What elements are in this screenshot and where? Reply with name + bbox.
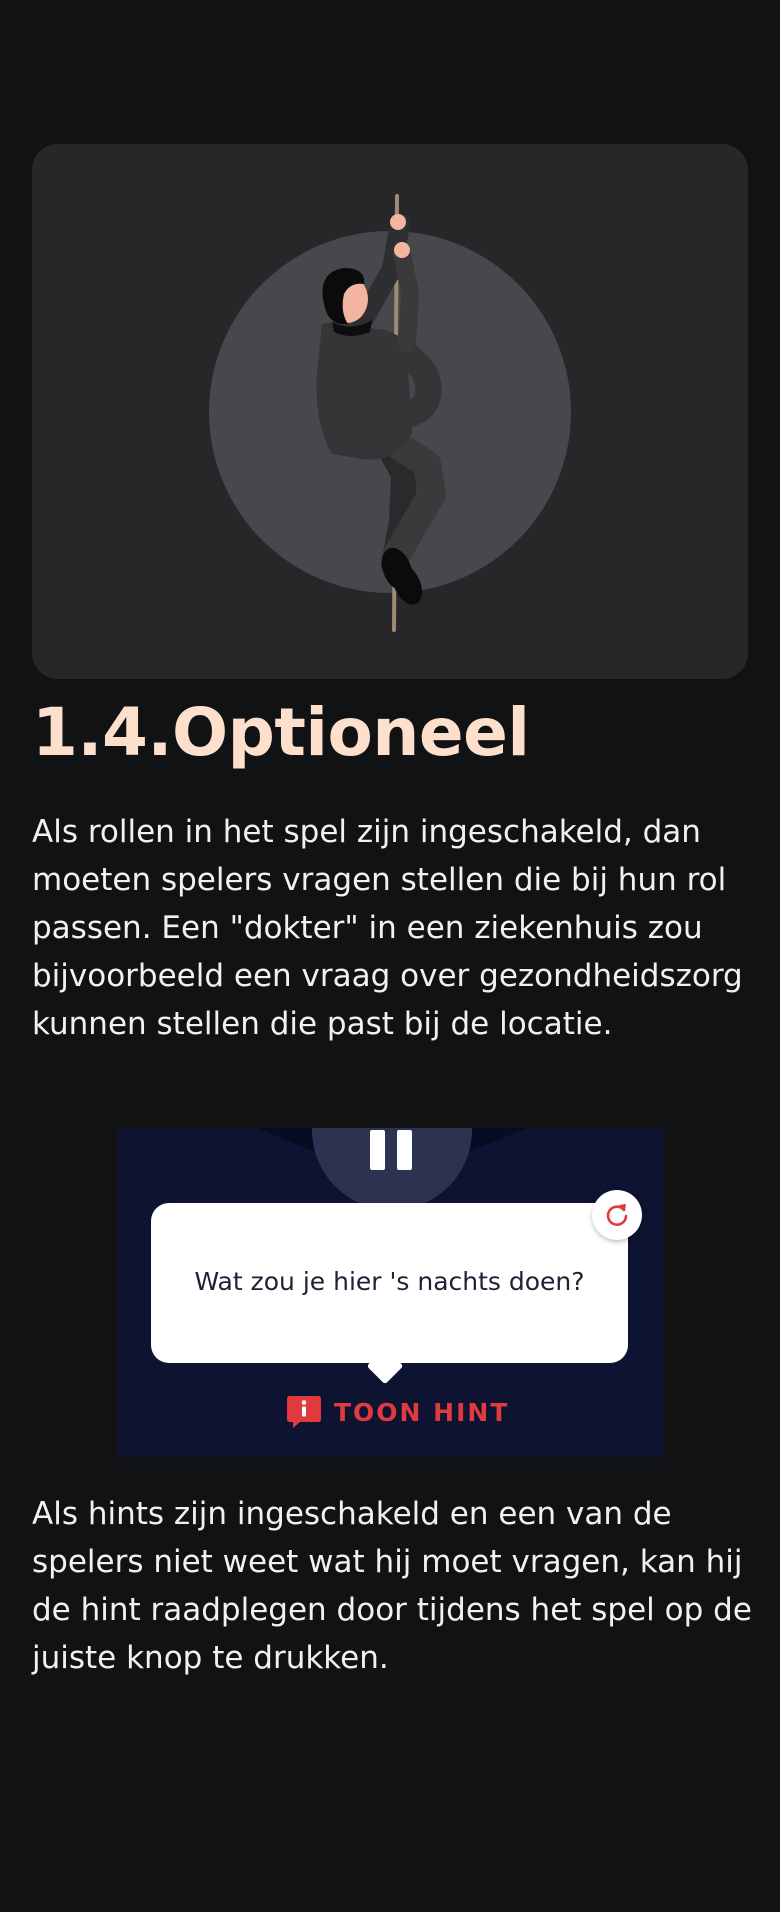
question-text: Wat zou je hier 's nachts doen? xyxy=(194,1267,585,1296)
refresh-icon xyxy=(606,1204,628,1226)
hint-icon xyxy=(287,1396,321,1428)
section-title: 1.4.Optioneel xyxy=(32,694,530,771)
show-hint-label: TOON HINT xyxy=(334,1397,510,1427)
refresh-question-button[interactable] xyxy=(592,1190,642,1240)
pause-icon xyxy=(370,1130,385,1170)
hero-illustration-card xyxy=(32,144,748,679)
question-card: Wat zou je hier 's nachts doen? xyxy=(151,1203,628,1385)
rope-climber-illustration xyxy=(209,194,571,632)
hints-description: Als hints zijn ingeschakeld en een van d… xyxy=(32,1496,752,1676)
roles-description: Als rollen in het spel zijn ingeschakeld… xyxy=(32,814,743,1042)
show-hint-button[interactable]: TOON HINT xyxy=(286,1392,509,1432)
game-screen-preview: Wat zou je hier 's nachts doen? TOON HIN… xyxy=(118,1128,663,1457)
pause-icon-bar xyxy=(397,1130,412,1170)
